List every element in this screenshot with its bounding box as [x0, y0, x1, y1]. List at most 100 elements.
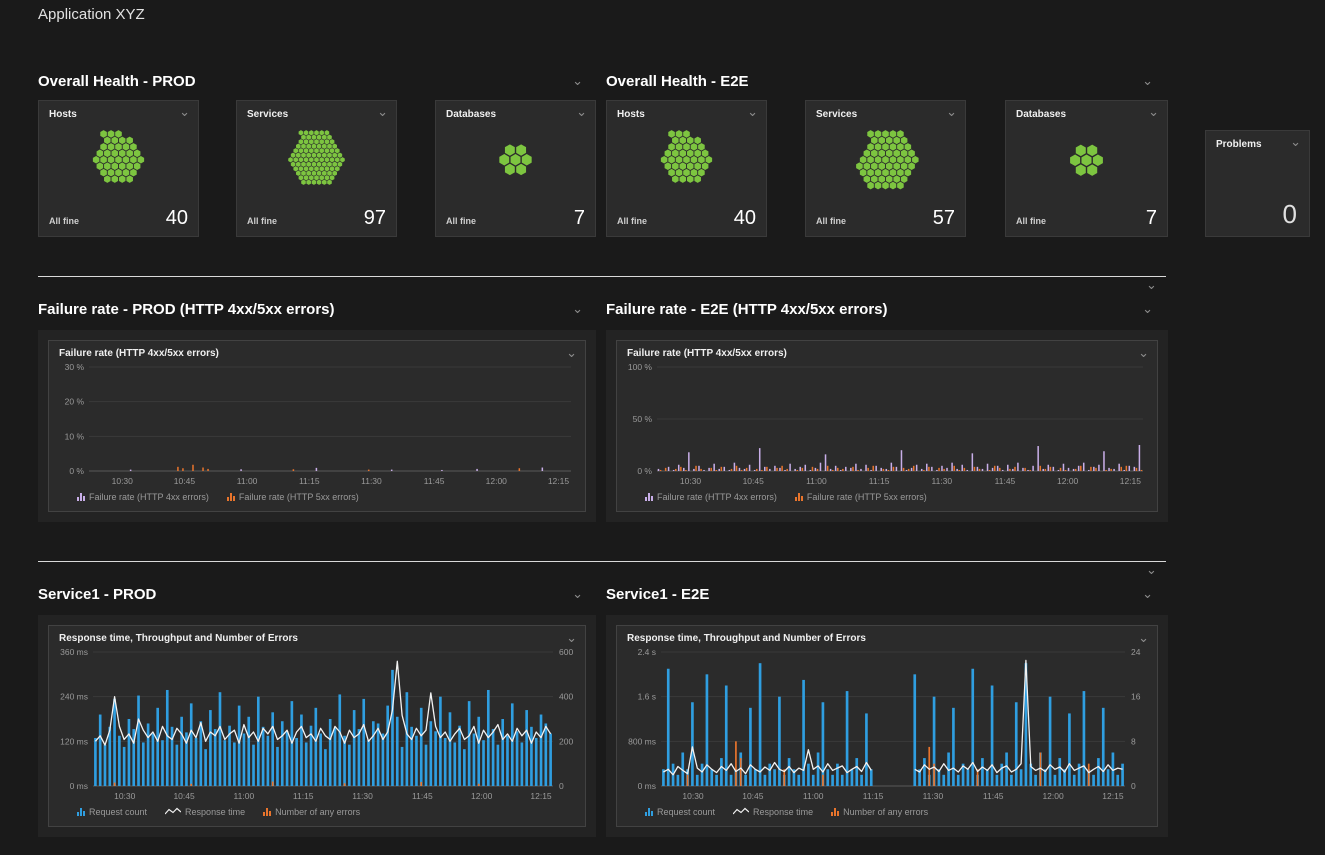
- svg-text:10:45: 10:45: [742, 791, 764, 801]
- tile-status: All fine: [617, 216, 647, 226]
- health-tile-hosts-e2e[interactable]: Hosts ⌄ All fine 40: [606, 100, 767, 237]
- svg-text:12:15: 12:15: [1102, 791, 1124, 801]
- chevron-down-icon[interactable]: ⌄: [572, 304, 583, 315]
- chevron-down-icon[interactable]: ⌄: [179, 107, 190, 118]
- health-tile-databases-prod[interactable]: Databases ⌄ All fine 7: [435, 100, 596, 237]
- chevron-down-icon[interactable]: ⌄: [1146, 565, 1157, 576]
- chart-legend: Request count Response time Number of any …: [49, 804, 585, 826]
- legend-item[interactable]: Request count: [645, 807, 715, 817]
- problems-count: 0: [1283, 199, 1297, 230]
- chevron-down-icon[interactable]: ⌄: [1146, 280, 1157, 291]
- panel-header: Response time, Throughput and Number of …: [617, 626, 1157, 644]
- chevron-down-icon[interactable]: ⌄: [1142, 76, 1153, 87]
- chevron-down-icon[interactable]: ⌄: [1138, 633, 1149, 644]
- chevron-down-icon[interactable]: ⌄: [1138, 348, 1149, 359]
- svg-text:20 %: 20 %: [65, 397, 85, 407]
- legend-item[interactable]: Failure rate (HTTP 4xx errors): [645, 492, 777, 502]
- failure-rate-tile-prod: Failure rate (HTTP 4xx/5xx errors) ⌄ 30 …: [38, 330, 596, 522]
- legend-label: Request count: [657, 807, 715, 817]
- svg-text:10:45: 10:45: [173, 791, 195, 801]
- svg-text:24: 24: [1131, 647, 1141, 657]
- legend-item[interactable]: Failure rate (HTTP 5xx errors): [227, 492, 359, 502]
- legend-item[interactable]: Failure rate (HTTP 5xx errors): [795, 492, 927, 502]
- chevron-down-icon[interactable]: ⌄: [377, 107, 388, 118]
- honeycomb-chart: [1016, 125, 1157, 196]
- chart-panel[interactable]: Failure rate (HTTP 4xx/5xx errors) ⌄ 100…: [616, 340, 1158, 512]
- chevron-down-icon[interactable]: ⌄: [572, 589, 583, 600]
- svg-text:0 %: 0 %: [637, 466, 652, 476]
- tile-title: Hosts: [617, 109, 645, 120]
- svg-text:11:45: 11:45: [412, 791, 433, 801]
- tile-title: Services: [816, 109, 857, 120]
- problems-tile[interactable]: Problems ⌄ 0: [1205, 130, 1310, 237]
- chart-panel[interactable]: Failure rate (HTTP 4xx/5xx errors) ⌄ 30 …: [48, 340, 586, 512]
- chart-panel[interactable]: Response time, Throughput and Number of …: [616, 625, 1158, 827]
- legend-item[interactable]: Response time: [733, 807, 813, 817]
- health-tile-services-e2e[interactable]: Services ⌄ All fine 57: [805, 100, 966, 237]
- honeycomb-chart: [446, 125, 585, 195]
- tile-status: All fine: [816, 216, 846, 226]
- health-tile-databases-e2e[interactable]: Databases ⌄ All fine 7: [1005, 100, 1168, 237]
- chevron-down-icon[interactable]: ⌄: [566, 348, 577, 359]
- svg-text:600: 600: [559, 647, 573, 657]
- chevron-down-icon[interactable]: ⌄: [1142, 304, 1153, 315]
- section-header-service-e2e: Service1 - E2E ⌄: [606, 585, 1153, 603]
- svg-text:11:00: 11:00: [803, 791, 824, 801]
- chevron-down-icon[interactable]: ⌄: [747, 107, 758, 118]
- bars-icon: [831, 808, 839, 816]
- honeycomb-chart: [49, 125, 188, 195]
- legend-item[interactable]: Failure rate (HTTP 4xx errors): [77, 492, 209, 502]
- svg-text:2.4 s: 2.4 s: [638, 647, 656, 657]
- tile-title: Databases: [446, 109, 496, 120]
- health-tile-services-prod[interactable]: Services ⌄ All fine 97: [236, 100, 397, 237]
- svg-text:50 %: 50 %: [633, 414, 653, 424]
- chart-panel[interactable]: Response time, Throughput and Number of …: [48, 625, 586, 827]
- service-chart-prod[interactable]: 360 ms240 ms120 ms0 ms600400200010:3010:…: [49, 644, 585, 804]
- panel-header: Failure rate (HTTP 4xx/5xx errors) ⌄: [617, 341, 1157, 359]
- section-divider: [38, 276, 1166, 277]
- legend-label: Failure rate (HTTP 5xx errors): [807, 492, 927, 502]
- service-tile-e2e: Response time, Throughput and Number of …: [606, 615, 1168, 837]
- failure-rate-chart-e2e[interactable]: 100 %50 %0 %10:3010:4511:0011:1511:3011:…: [617, 359, 1157, 489]
- legend-item[interactable]: Number of any errors: [831, 807, 928, 817]
- line-icon: [165, 807, 181, 816]
- svg-text:11:45: 11:45: [424, 476, 445, 486]
- chevron-down-icon[interactable]: ⌄: [1148, 107, 1159, 118]
- legend-item[interactable]: Request count: [77, 807, 147, 817]
- health-tile-hosts-prod[interactable]: Hosts ⌄ All fine 40: [38, 100, 199, 237]
- svg-text:11:00: 11:00: [234, 791, 255, 801]
- svg-text:0 %: 0 %: [69, 466, 84, 476]
- section-header-health-prod: Overall Health - PROD ⌄: [38, 72, 583, 90]
- svg-text:11:30: 11:30: [923, 791, 944, 801]
- bars-icon: [227, 493, 235, 501]
- service-chart-e2e[interactable]: 2.4 s1.6 s800 ms0 ms24168010:3010:4511:0…: [617, 644, 1157, 804]
- tile-count: 40: [734, 207, 756, 230]
- svg-text:11:15: 11:15: [863, 791, 884, 801]
- svg-text:10:30: 10:30: [682, 791, 704, 801]
- failure-rate-tile-e2e: Failure rate (HTTP 4xx/5xx errors) ⌄ 100…: [606, 330, 1168, 522]
- chevron-down-icon[interactable]: ⌄: [566, 633, 577, 644]
- legend-label: Number of any errors: [275, 807, 360, 817]
- section-title: Overall Health - PROD: [38, 73, 196, 90]
- legend-label: Response time: [185, 807, 245, 817]
- svg-text:11:30: 11:30: [352, 791, 373, 801]
- chevron-down-icon[interactable]: ⌄: [1142, 589, 1153, 600]
- svg-text:10:30: 10:30: [112, 476, 134, 486]
- failure-rate-chart-prod[interactable]: 30 %20 %10 %0 %10:3010:4511:0011:1511:30…: [49, 359, 585, 489]
- section-divider: [38, 561, 1166, 562]
- chevron-down-icon[interactable]: ⌄: [576, 107, 587, 118]
- chevron-down-icon[interactable]: ⌄: [946, 107, 957, 118]
- legend-item[interactable]: Response time: [165, 807, 245, 817]
- svg-text:12:15: 12:15: [1120, 476, 1142, 486]
- chevron-down-icon[interactable]: ⌄: [572, 76, 583, 87]
- honeycomb-chart: [816, 125, 955, 195]
- svg-text:0 ms: 0 ms: [70, 781, 88, 791]
- chevron-down-icon[interactable]: ⌄: [1290, 137, 1301, 148]
- legend-item[interactable]: Number of any errors: [263, 807, 360, 817]
- svg-text:12:00: 12:00: [1057, 476, 1079, 486]
- tile-count: 40: [166, 207, 188, 230]
- legend-label: Request count: [89, 807, 147, 817]
- svg-text:11:00: 11:00: [237, 476, 258, 486]
- tile-status: All fine: [247, 216, 277, 226]
- legend-label: Failure rate (HTTP 4xx errors): [89, 492, 209, 502]
